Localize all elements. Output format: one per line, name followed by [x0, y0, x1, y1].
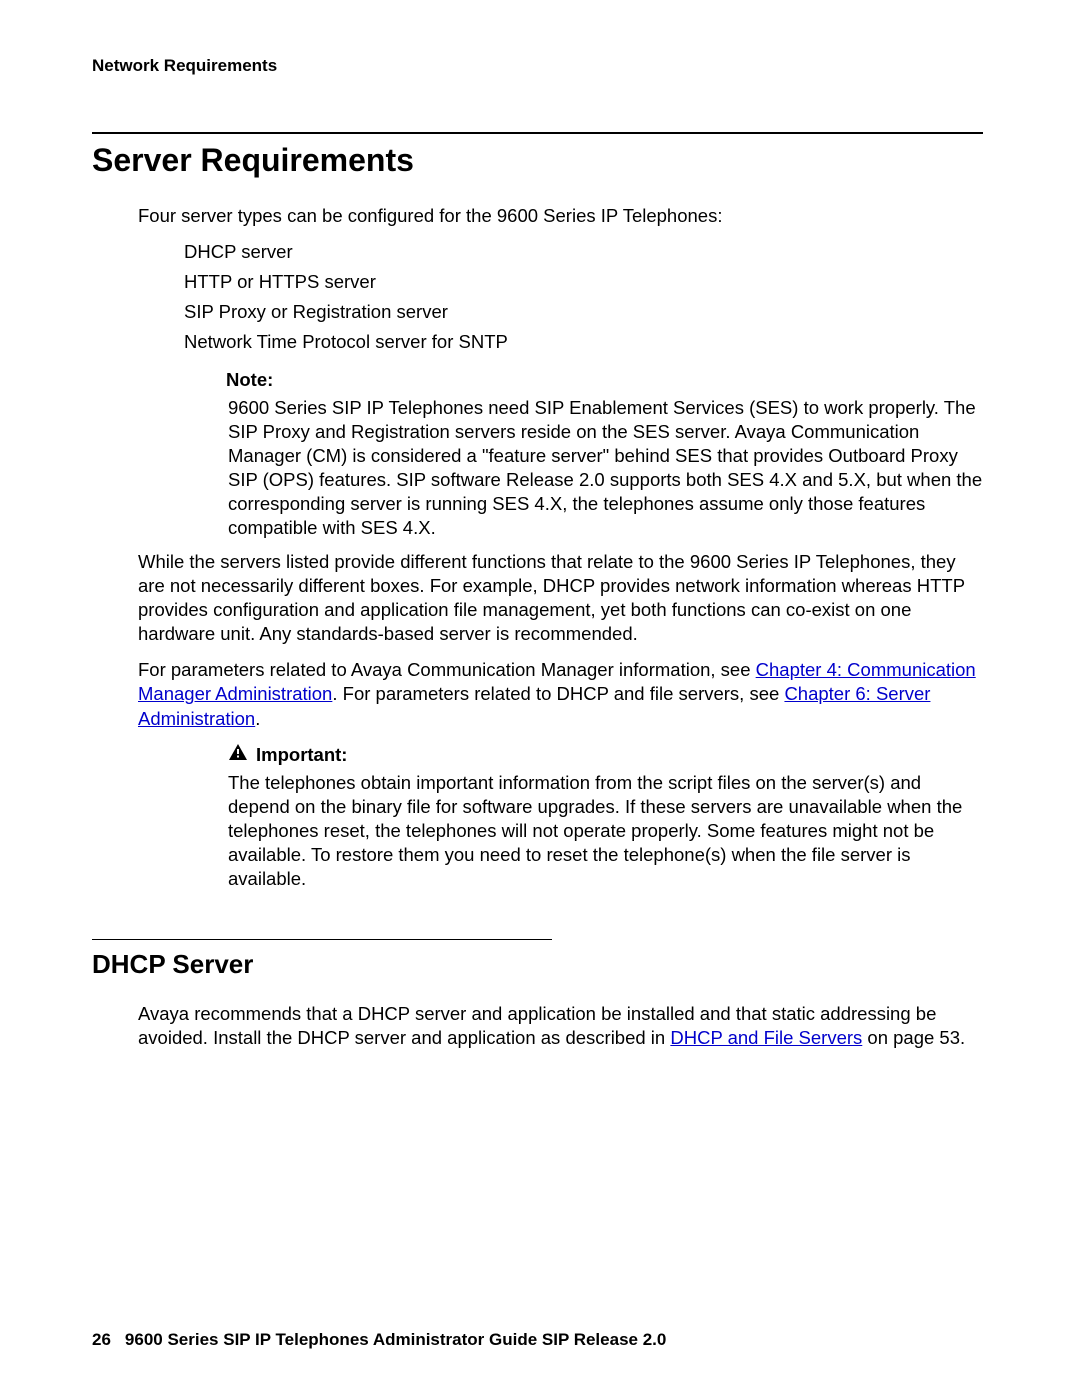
body-content: Four server types can be configured for …	[138, 204, 983, 891]
subsection-rule	[92, 939, 552, 940]
intro-paragraph: Four server types can be configured for …	[138, 204, 983, 228]
list-item: HTTP or HTTPS server	[184, 270, 983, 294]
important-heading: Important:	[228, 743, 983, 767]
list-item: DHCP server	[184, 240, 983, 264]
text-run: For parameters related to Avaya Communic…	[138, 659, 756, 680]
section-rule	[92, 132, 983, 134]
running-header: Network Requirements	[92, 55, 983, 77]
important-body: The telephones obtain important informat…	[228, 771, 983, 891]
note-label: Note:	[226, 368, 983, 392]
paragraph: While the servers listed provide differe…	[138, 550, 983, 646]
server-type-list: DHCP server HTTP or HTTPS server SIP Pro…	[184, 240, 983, 354]
heading-server-requirements: Server Requirements	[92, 140, 983, 182]
list-item: Network Time Protocol server for SNTP	[184, 330, 983, 354]
dhcp-body: Avaya recommends that a DHCP server and …	[138, 1002, 983, 1050]
text-run: . For parameters related to DHCP and fil…	[332, 683, 784, 704]
note-block: Note: 9600 Series SIP IP Telephones need…	[228, 368, 983, 540]
note-body: 9600 Series SIP IP Telephones need SIP E…	[228, 396, 983, 540]
dhcp-paragraph: Avaya recommends that a DHCP server and …	[138, 1002, 983, 1050]
paragraph-with-links: For parameters related to Avaya Communic…	[138, 658, 983, 730]
important-label: Important:	[256, 743, 347, 767]
heading-dhcp-server: DHCP Server	[92, 948, 983, 982]
text-run: on page 53.	[862, 1027, 965, 1048]
important-block: Important: The telephones obtain importa…	[228, 743, 983, 891]
page: Network Requirements Server Requirements…	[0, 0, 1080, 1397]
footer-title: 9600 Series SIP IP Telephones Administra…	[125, 1330, 666, 1349]
text-run: .	[255, 708, 260, 729]
link-dhcp-file-servers[interactable]: DHCP and File Servers	[670, 1027, 862, 1048]
warning-icon	[228, 743, 248, 767]
page-footer: 26 9600 Series SIP IP Telephones Administ…	[92, 1329, 666, 1351]
list-item: SIP Proxy or Registration server	[184, 300, 983, 324]
page-number: 26	[92, 1330, 111, 1349]
